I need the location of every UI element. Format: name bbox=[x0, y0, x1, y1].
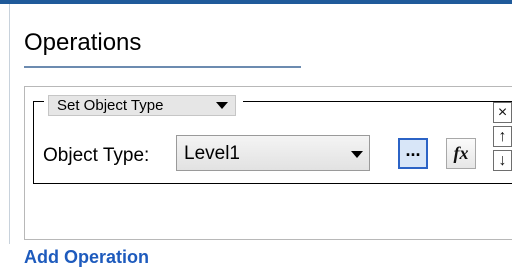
remove-operation-button[interactable]: × bbox=[493, 102, 512, 123]
function-button[interactable]: fx bbox=[446, 138, 476, 169]
arrow-up-icon: ↑ bbox=[498, 128, 507, 145]
move-down-button[interactable]: ↓ bbox=[493, 150, 512, 171]
operation-controls: × ↑ ↓ bbox=[493, 102, 512, 172]
operation-type-select[interactable]: Set Object Type bbox=[48, 95, 236, 116]
object-type-select[interactable]: Level1 bbox=[176, 135, 370, 171]
left-divider bbox=[9, 4, 10, 244]
title-underline bbox=[24, 66, 301, 68]
move-up-button[interactable]: ↑ bbox=[493, 126, 512, 147]
object-type-label: Object Type: bbox=[43, 145, 150, 166]
chevron-down-icon bbox=[216, 102, 228, 109]
object-type-value: Level1 bbox=[184, 143, 240, 164]
arrow-down-icon: ↓ bbox=[498, 152, 507, 169]
operation-type-label: Set Object Type bbox=[57, 97, 164, 114]
top-accent-bar bbox=[0, 0, 512, 4]
close-icon: × bbox=[497, 104, 508, 121]
operation-type-dropdown[interactable]: Set Object Type bbox=[44, 93, 243, 119]
browse-button[interactable]: ... bbox=[398, 138, 428, 169]
section-title: Operations bbox=[24, 29, 142, 56]
chevron-down-icon bbox=[351, 151, 363, 158]
fx-icon: fx bbox=[453, 143, 469, 163]
add-operation-link[interactable]: Add Operation bbox=[24, 246, 149, 268]
